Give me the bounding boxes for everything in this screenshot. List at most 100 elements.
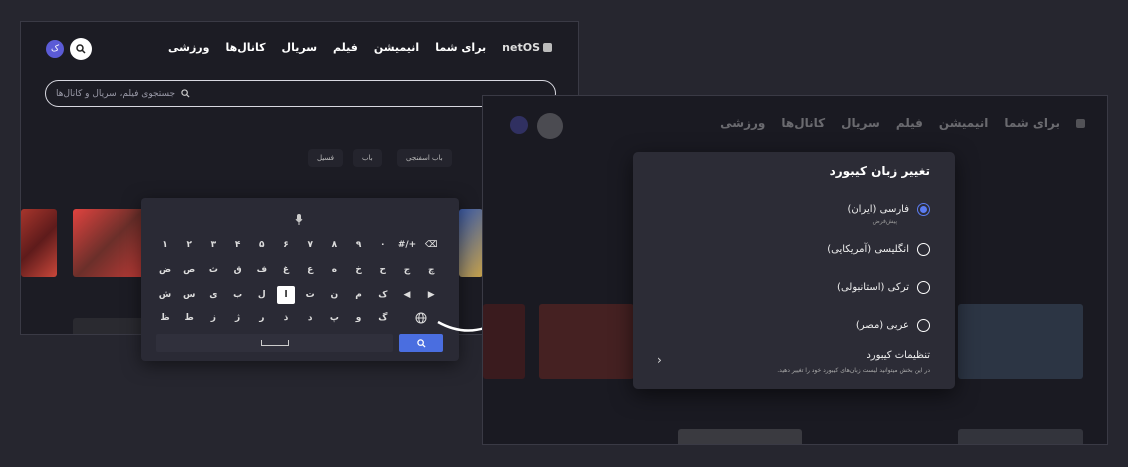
avatar[interactable]: ک [46, 40, 64, 58]
keyboard-key[interactable]: ۰ [374, 236, 392, 254]
chevron-left-icon[interactable]: ‹ [657, 353, 662, 367]
keyboard-key[interactable]: د [301, 309, 319, 327]
keyboard-key[interactable]: ل [253, 286, 271, 304]
keyboard-key[interactable]: ا [277, 286, 295, 304]
thumbnail[interactable] [483, 304, 525, 379]
radio-selected[interactable] [917, 203, 930, 216]
thumbnail[interactable] [678, 429, 802, 444]
keyboard-key[interactable]: ض [156, 261, 174, 279]
thumbnail[interactable] [21, 209, 57, 277]
keyboard-key[interactable]: گ [374, 309, 392, 327]
keyboard-key[interactable]: ه [325, 261, 343, 279]
option-label: عربی (مصر) [855, 320, 909, 331]
language-option-arabic[interactable]: عربی (مصر) [856, 319, 930, 332]
keyboard-key[interactable]: ج [398, 261, 416, 279]
nav-item-for-you[interactable]: برای شما [1004, 116, 1060, 130]
keyboard-key[interactable]: ۱ [156, 236, 174, 254]
keyboard-key[interactable]: ع [301, 261, 319, 279]
keyboard-key[interactable]: ۶ [277, 236, 295, 254]
keyboard-key[interactable]: ۴ [229, 236, 247, 254]
nav-item-movie[interactable]: فیلم [333, 41, 358, 54]
nav-item-sports[interactable]: ورزشی [168, 41, 209, 54]
search-icon [181, 89, 190, 98]
keyboard-key[interactable]: ی [204, 286, 222, 304]
keyboard-key[interactable]: ص [180, 261, 198, 279]
nav-item-series[interactable]: سریال [282, 41, 317, 54]
keyboard-key[interactable]: ت [301, 286, 319, 304]
globe-icon[interactable] [412, 309, 430, 327]
keyboard-key[interactable]: ز [204, 309, 222, 327]
radio[interactable] [917, 281, 930, 294]
chip[interactable]: باب اسفنجی [397, 149, 452, 167]
language-option-turkish[interactable]: ترکی (استانبولی) [837, 281, 930, 294]
nav-item-animation[interactable]: انیمیشن [374, 41, 419, 54]
nav-item-channels[interactable]: کانال‌ها [225, 41, 265, 54]
nav-item-for-you[interactable]: برای شما [435, 41, 486, 54]
keyboard-key[interactable]: و [350, 309, 368, 327]
thumbnail[interactable] [539, 304, 634, 379]
chip[interactable]: فسیل [308, 149, 344, 167]
language-option-english[interactable]: انگلیسی (آمریکایی) [827, 243, 930, 256]
nav-item-movie[interactable]: فیلم [896, 116, 923, 130]
keyboard-key[interactable]: ش [156, 286, 174, 304]
keyboard-key[interactable]: ◀ [398, 286, 416, 304]
keyboard-key[interactable]: ظ [156, 309, 174, 327]
keyboard-key[interactable]: ر [253, 309, 271, 327]
logo-icon [1076, 118, 1085, 128]
keyboard-key[interactable]: ژ [229, 309, 247, 327]
onscreen-keyboard: ۱ ۲ ۳ ۴ ۵ ۶ ۷ ۸ ۹ ۰ #/+ ⌫ ض ص ث ق ف غ ع ه خ ح ج چ ش س ی ب ل ا ت ن م ک ◀ ▶ ظ ط… [141, 198, 459, 361]
language-option-persian[interactable]: فارسی (ایران) پیش‌فرض [847, 203, 930, 225]
logo-text: netOS [502, 41, 540, 54]
keyboard-key[interactable]: ۵ [253, 236, 271, 254]
keyboard-key[interactable]: ح [374, 261, 392, 279]
keyboard-key[interactable]: س [180, 286, 198, 304]
option-label: ترکی (استانبولی) [837, 282, 909, 293]
thumbnail[interactable] [73, 209, 147, 277]
thumbnail[interactable] [958, 304, 1083, 379]
keyboard-key[interactable]: ک [374, 286, 392, 304]
keyboard-key[interactable]: ذ [277, 309, 295, 327]
keyboard-key[interactable]: ۷ [301, 236, 319, 254]
search-button[interactable] [70, 38, 92, 60]
keyboard-key[interactable]: ۹ [350, 236, 368, 254]
keyboard-settings-description: در این بخش میتوانید لیست زبان‌های کیبورد… [777, 367, 930, 374]
keyboard-key[interactable]: ۳ [204, 236, 222, 254]
avatar[interactable] [510, 116, 528, 134]
logo-icon [543, 43, 552, 52]
keyboard-key[interactable]: ط [180, 309, 198, 327]
keyboard-key[interactable]: ⌫ [422, 236, 440, 254]
keyboard-key[interactable]: ب [229, 286, 247, 304]
thumbnail[interactable] [73, 318, 147, 334]
option-label: فارسی (ایران) [847, 204, 909, 215]
thumbnail[interactable] [459, 209, 483, 277]
keyboard-key[interactable]: چ [422, 261, 440, 279]
keyboard-key[interactable]: ق [229, 261, 247, 279]
thumbnail[interactable] [958, 429, 1083, 444]
nav-item-sports[interactable]: ورزشی [720, 116, 765, 130]
search-icon [416, 338, 426, 348]
logo: netOS [502, 41, 552, 54]
keyboard-key[interactable]: ث [204, 261, 222, 279]
search-input[interactable]: جستجوی فیلم، سریال و کانال‌ها [45, 80, 556, 107]
nav-item-series[interactable]: سریال [841, 116, 880, 130]
nav-item-channels[interactable]: کانال‌ها [781, 116, 825, 130]
keyboard-key[interactable]: ن [325, 286, 343, 304]
option-label: انگلیسی (آمریکایی) [827, 244, 909, 255]
keyboard-key[interactable]: م [350, 286, 368, 304]
radio[interactable] [917, 243, 930, 256]
chip[interactable]: باب [353, 149, 382, 167]
search-button[interactable] [537, 113, 563, 139]
keyboard-key[interactable]: ۲ [180, 236, 198, 254]
radio[interactable] [917, 319, 930, 332]
keyboard-settings-title[interactable]: تنظیمات کیبورد [866, 350, 930, 361]
keyboard-key[interactable]: خ [350, 261, 368, 279]
nav-item-animation[interactable]: انیمیشن [939, 116, 988, 130]
keyboard-key[interactable]: ۸ [325, 236, 343, 254]
keyboard-key[interactable]: غ [277, 261, 295, 279]
keyboard-key[interactable]: #/+ [398, 236, 416, 254]
microphone-icon[interactable] [295, 210, 303, 229]
keyboard-key[interactable]: پ [325, 309, 343, 327]
keyboard-key[interactable]: ف [253, 261, 271, 279]
dialog-title: تغییر زبان کیبورد [829, 164, 930, 178]
space-key[interactable] [156, 334, 393, 352]
